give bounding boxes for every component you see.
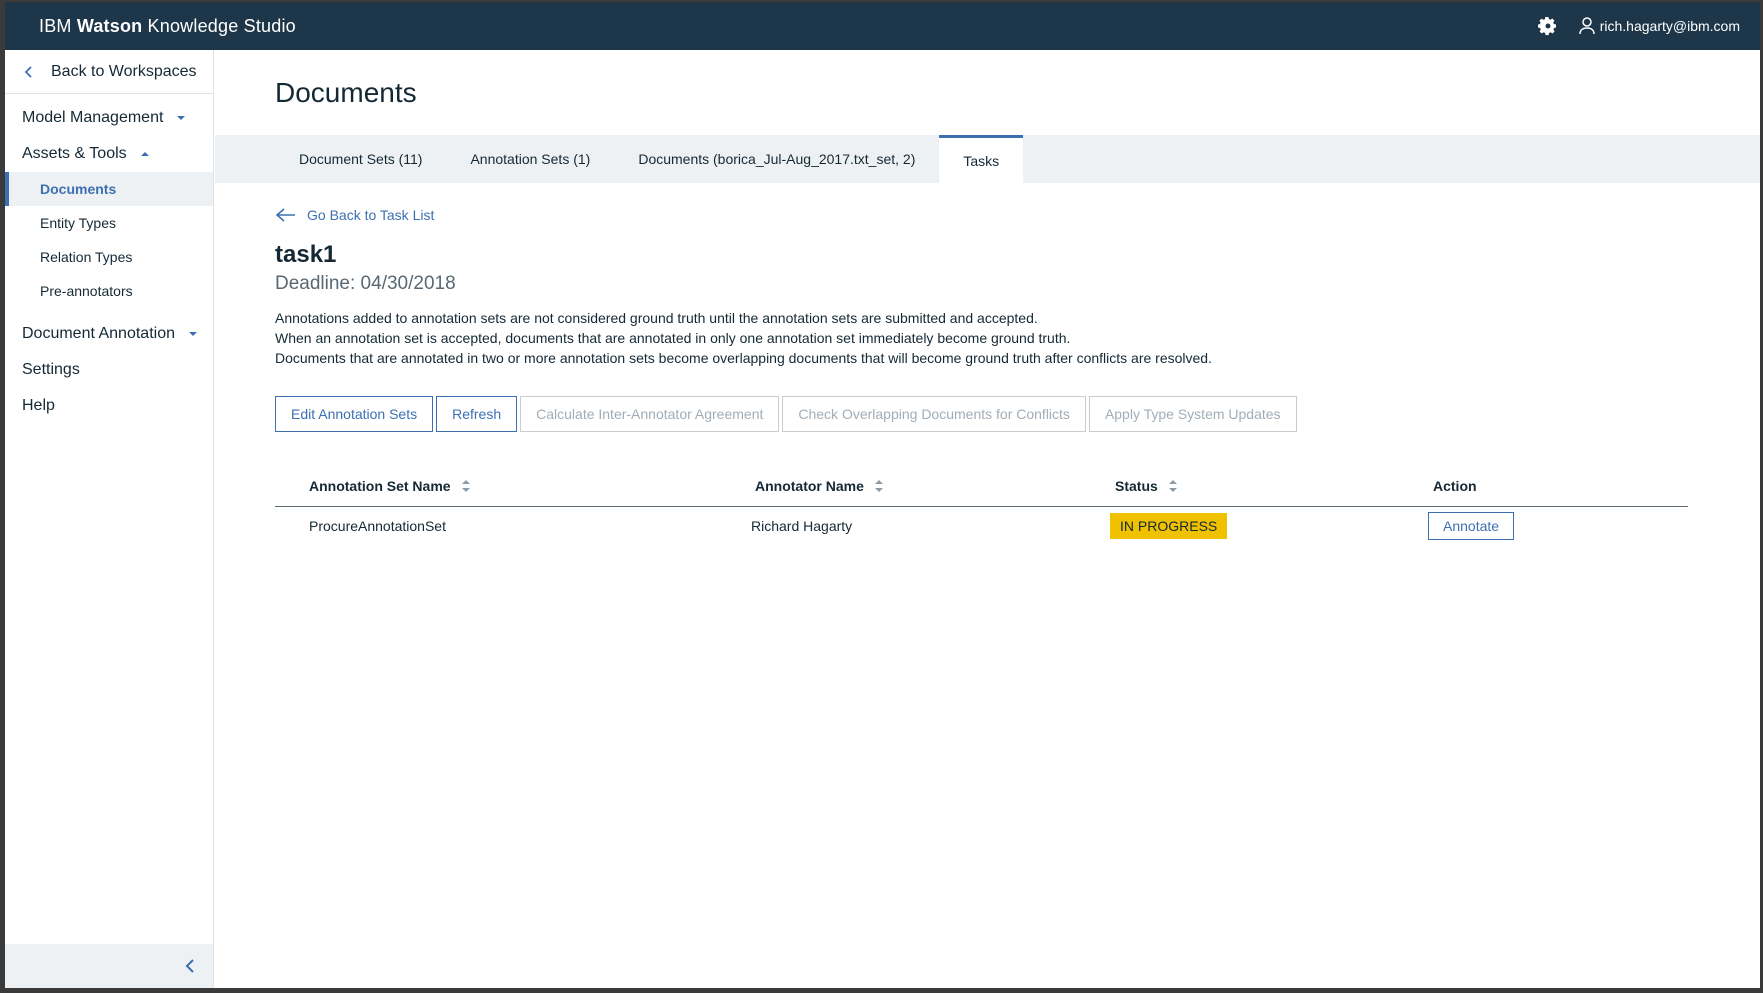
sidebar-item-assets-tools[interactable]: Assets & Tools (5, 136, 213, 172)
brand-logo[interactable]: IBM Watson Knowledge Studio (39, 16, 296, 37)
collapse-sidebar-button[interactable] (5, 944, 213, 988)
tab-label: Annotation Sets (1) (470, 151, 591, 167)
back-to-workspaces-label: Back to Workspaces (51, 62, 197, 80)
sidebar-item-pre-annotators[interactable]: Pre-annotators (5, 274, 213, 308)
main-content: Documents Document Sets (11) Annotation … (215, 50, 1760, 988)
header-label: Status (1115, 477, 1158, 494)
entity-types-label: Entity Types (40, 215, 117, 231)
refresh-button[interactable]: Refresh (436, 396, 518, 432)
page-title: Documents (275, 77, 417, 108)
cell-status: IN PROGRESS (1110, 513, 1415, 539)
sidebar-item-documents[interactable]: Documents (5, 172, 213, 206)
sort-icon (461, 479, 470, 492)
status-badge: IN PROGRESS (1110, 513, 1228, 539)
caret-down-icon (177, 116, 186, 120)
pre-annotators-label: Pre-annotators (40, 283, 133, 299)
annotation-sets-table: Annotation Set Name Annotator Name Statu… (275, 465, 1688, 545)
chevron-left-icon (24, 65, 32, 78)
arrow-left-icon (275, 208, 295, 222)
sidebar-item-model-management[interactable]: Model Management (5, 100, 213, 136)
header-label: Annotator Name (755, 477, 864, 494)
go-back-to-task-list-link[interactable]: Go Back to Task List (275, 207, 434, 223)
set-name-text: ProcureAnnotationSet (309, 518, 446, 534)
column-header-status[interactable]: Status (1115, 478, 1415, 494)
app-window: IBM Watson Knowledge Studio rich.hagarty… (5, 2, 1760, 988)
tab-annotation-sets[interactable]: Annotation Sets (1) (446, 135, 614, 183)
relation-types-label: Relation Types (40, 249, 133, 265)
description-line: Documents that are annotated in two or m… (275, 350, 1212, 366)
sidebar-item-settings[interactable]: Settings (5, 352, 213, 388)
task-actions: Edit Annotation Sets Refresh Calculate I… (275, 396, 1300, 432)
tab-bar: Document Sets (11) Annotation Sets (1) D… (215, 135, 1760, 183)
task-description: Annotations added to annotation sets are… (275, 308, 1212, 368)
annotator-text: Richard Hagarty (751, 518, 853, 534)
brand-bold: Watson (76, 15, 143, 36)
tab-label: Documents (borica_Jul-Aug_2017.txt_set, … (638, 151, 916, 167)
assets-tools-label: Assets & Tools (22, 145, 127, 162)
task-name: task1 (275, 241, 337, 268)
sidebar-item-help[interactable]: Help (5, 388, 213, 424)
caret-down-icon (189, 332, 197, 336)
cell-set-name: ProcureAnnotationSet (275, 518, 735, 534)
cell-action: Annotate (1415, 512, 1688, 540)
tab-label: Document Sets (11) (299, 151, 423, 167)
documents-label: Documents (40, 181, 117, 197)
topbar-actions: rich.hagarty@ibm.com (1537, 15, 1740, 37)
top-bar: IBM Watson Knowledge Studio rich.hagarty… (5, 2, 1760, 50)
description-line: Annotations added to annotation sets are… (275, 310, 1038, 326)
tab-document-sets[interactable]: Document Sets (11) (275, 135, 446, 183)
annotate-button[interactable]: Annotate (1428, 512, 1515, 540)
model-management-label: Model Management (22, 109, 164, 126)
tab-documents-set[interactable]: Documents (borica_Jul-Aug_2017.txt_set, … (614, 135, 939, 183)
caret-up-icon (140, 152, 149, 156)
user-menu[interactable]: rich.hagarty@ibm.com (1578, 17, 1740, 35)
brand-prefix: IBM (39, 15, 72, 36)
table-row: ProcureAnnotationSet Richard Hagarty IN … (275, 507, 1688, 545)
user-icon (1578, 17, 1595, 35)
gear-icon[interactable] (1537, 15, 1559, 37)
back-to-workspaces[interactable]: Back to Workspaces (5, 50, 213, 94)
table-header: Annotation Set Name Annotator Name Statu… (275, 465, 1688, 507)
chevron-left-icon (185, 959, 194, 973)
sidebar-item-relation-types[interactable]: Relation Types (5, 240, 213, 274)
header-label: Annotation Set Name (309, 477, 451, 494)
sidebar-item-document-annotation[interactable]: Document Annotation (5, 316, 213, 352)
task-deadline: Deadline: 04/30/2018 (275, 273, 456, 294)
column-header-action: Action (1415, 478, 1688, 494)
cell-annotator: Richard Hagarty (735, 518, 1115, 534)
calculate-iaa-button[interactable]: Calculate Inter-Annotator Agreement (520, 396, 780, 432)
sidebar: Back to Workspaces Model Management Asse… (5, 50, 214, 988)
tab-tasks[interactable]: Tasks (939, 135, 1024, 183)
document-annotation-label: Document Annotation (22, 325, 175, 342)
brand-suffix: Knowledge Studio (147, 15, 296, 36)
check-overlapping-button[interactable]: Check Overlapping Documents for Conflict… (782, 396, 1086, 432)
column-header-set-name[interactable]: Annotation Set Name (275, 478, 735, 494)
column-header-annotator[interactable]: Annotator Name (735, 478, 1115, 494)
user-email: rich.hagarty@ibm.com (1599, 18, 1740, 34)
header-label: Action (1433, 477, 1477, 494)
sort-icon (1168, 479, 1177, 492)
sort-icon (874, 479, 883, 492)
go-back-label: Go Back to Task List (307, 207, 435, 223)
help-label: Help (22, 397, 55, 414)
settings-label: Settings (22, 361, 80, 378)
sidebar-item-entity-types[interactable]: Entity Types (5, 206, 213, 240)
edit-annotation-sets-button[interactable]: Edit Annotation Sets (275, 396, 434, 432)
tab-label: Tasks (963, 152, 1000, 169)
apply-type-system-button[interactable]: Apply Type System Updates (1088, 396, 1297, 432)
description-line: When an annotation set is accepted, docu… (275, 330, 1071, 346)
